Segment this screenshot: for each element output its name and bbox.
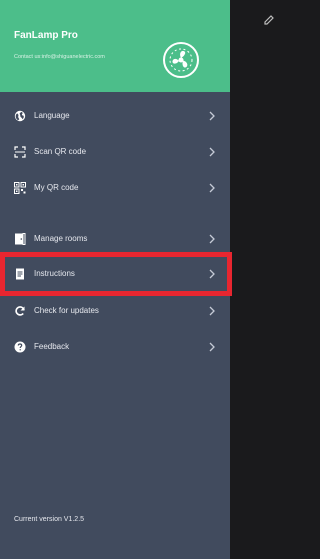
menu-label-language: Language: [34, 111, 70, 120]
menu-label-my-qr-code: My QR code: [34, 183, 79, 192]
highlight-box: [0, 252, 232, 296]
menu-label-check-for-updates: Check for updates: [34, 306, 99, 315]
dimmed-backdrop[interactable]: [230, 0, 282, 559]
app-name: FanLamp Pro: [14, 30, 78, 41]
edit-icon[interactable]: [262, 12, 276, 26]
door-icon: [15, 233, 26, 245]
drawer-header: FanLamp Pro Contact us:info@shiguanelect…: [0, 0, 230, 92]
qr-code-icon: [14, 182, 26, 194]
chevron-right-icon: [209, 342, 215, 352]
question-icon: [14, 341, 26, 353]
contact-email: Contact us:info@shiguanelectric.com: [14, 54, 105, 60]
menu-item-my-qr-code[interactable]: My QR code: [0, 171, 230, 205]
fan-logo-icon: [163, 42, 199, 78]
menu-label-scan-qr-code: Scan QR code: [34, 147, 87, 156]
menu-label-manage-rooms: Manage rooms: [34, 234, 88, 243]
chevron-right-icon: [209, 111, 215, 121]
language-globe-icon: [14, 110, 26, 122]
scan-qr-icon: [14, 146, 26, 158]
chevron-right-icon: [209, 183, 215, 193]
chevron-right-icon: [209, 147, 215, 157]
menu-label-feedback: Feedback: [34, 342, 70, 351]
chevron-right-icon: [209, 234, 215, 244]
menu-item-language[interactable]: Language: [0, 99, 230, 133]
app-version: Current version V1.2.5: [14, 516, 85, 523]
menu-item-scan-qr-code[interactable]: Scan QR code: [0, 135, 230, 169]
menu-item-feedback[interactable]: Feedback: [0, 330, 230, 364]
menu-item-manage-rooms[interactable]: Manage rooms: [0, 222, 230, 256]
menu-item-check-for-updates[interactable]: Check for updates: [0, 294, 230, 328]
refresh-icon: [15, 306, 25, 316]
chevron-right-icon: [209, 306, 215, 316]
